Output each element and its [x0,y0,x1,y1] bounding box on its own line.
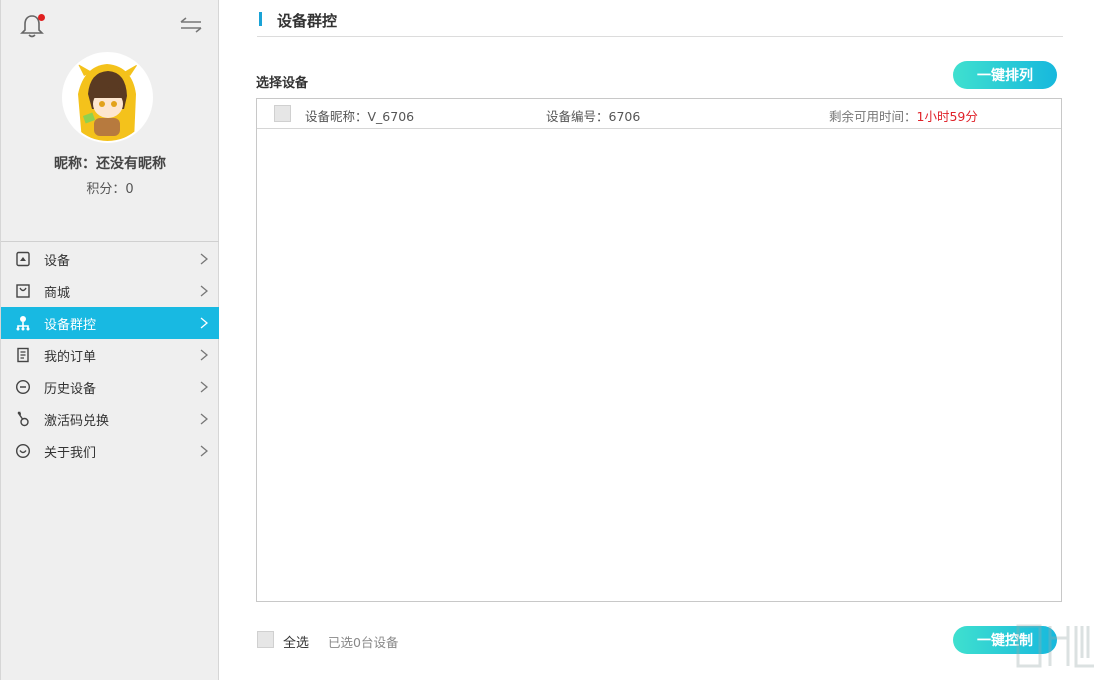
select-all-checkbox[interactable] [257,631,274,648]
title-accent-bar [259,12,262,26]
shop-icon [15,283,31,299]
switch-account-icon[interactable] [179,15,203,35]
chevron-right-icon [200,317,208,329]
order-icon [15,347,31,363]
chevron-right-icon [200,413,208,425]
sidebar-item-group-control[interactable]: 设备群控 [1,307,219,339]
sidebar-item-label: 我的订单 [44,346,96,365]
sidebar-item-activation[interactable]: 激活码兑换 [1,403,219,435]
select-all-label[interactable]: 全选 [283,632,309,651]
points-label: 积分：0 [1,178,219,197]
sidebar-item-label: 关于我们 [44,442,96,461]
app-window: 昵称：还没有昵称 积分：0 设备 商城 [0,0,1100,680]
page-header: 设备群控 [257,10,1063,37]
sidebar: 昵称：还没有昵称 积分：0 设备 商城 [0,0,219,680]
profile-panel: 昵称：还没有昵称 积分：0 [1,0,219,242]
sidebar-item-label: 激活码兑换 [44,410,109,429]
watermark-logo [1010,618,1100,678]
avatar[interactable] [62,52,153,143]
device-number: 设备编号：6706 [546,106,640,125]
sidebar-item-label: 设备群控 [44,314,96,333]
chevron-right-icon [200,253,208,265]
sidebar-item-label: 设备 [44,250,70,269]
device-nickname: 设备昵称：V_6706 [305,106,414,125]
arrange-button[interactable]: 一键排列 [953,61,1057,89]
remaining-time-label: 剩余可用时间：1小时59分 [829,106,978,125]
history-icon [15,379,31,395]
group-control-icon [15,315,31,331]
chevron-right-icon [200,285,208,297]
sidebar-item-history[interactable]: 历史设备 [1,371,219,403]
key-icon [15,411,31,427]
device-row[interactable]: 设备昵称：V_6706 设备编号：6706 剩余可用时间：1小时59分 [257,99,1061,129]
device-list: 设备昵称：V_6706 设备编号：6706 剩余可用时间：1小时59分 [256,98,1062,602]
sidebar-item-shop[interactable]: 商城 [1,275,219,307]
sidebar-menu: 设备 商城 设备群控 [1,243,219,467]
chevron-right-icon [200,381,208,393]
sidebar-item-about[interactable]: 关于我们 [1,435,219,467]
sidebar-item-label: 历史设备 [44,378,96,397]
sidebar-item-label: 商城 [44,282,70,301]
notification-dot [38,14,45,21]
remaining-time-value: 1小时59分 [917,109,978,124]
about-icon [15,443,31,459]
chevron-right-icon [200,349,208,361]
sidebar-item-device[interactable]: 设备 [1,243,219,275]
select-device-label: 选择设备 [256,72,308,91]
device-checkbox[interactable] [274,105,291,122]
sidebar-item-orders[interactable]: 我的订单 [1,339,219,371]
selected-count: 已选0台设备 [328,632,398,651]
device-icon [15,251,31,267]
nickname-label: 昵称：还没有昵称 [1,153,219,173]
page-title: 设备群控 [277,10,337,31]
remaining-time-caption: 剩余可用时间： [829,109,917,124]
chevron-right-icon [200,445,208,457]
